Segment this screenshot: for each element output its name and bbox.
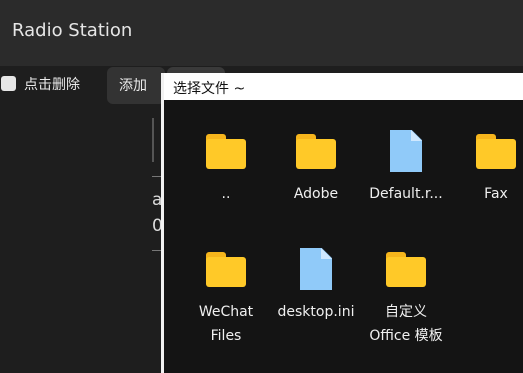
file-item-label: Fax xyxy=(484,186,508,202)
file-item-label: WeChat xyxy=(198,304,254,320)
file-item-fax[interactable]: Fax xyxy=(451,130,523,206)
file-item-label: desktop.ini xyxy=(277,304,355,320)
file-picker-dialog: 选择文件 ~ .. Adobe Default.r... Fax WeChat … xyxy=(161,73,523,373)
background-divider xyxy=(152,118,154,162)
file-icon xyxy=(294,248,338,292)
delete-on-click-checkbox[interactable] xyxy=(1,76,16,91)
file-item-label: Default.r... xyxy=(369,186,443,202)
file-item-desktop-ini[interactable]: desktop.ini xyxy=(271,248,361,324)
file-picker-title[interactable]: 选择文件 ~ xyxy=(164,73,523,100)
file-item-label: Adobe xyxy=(293,186,339,202)
folder-icon xyxy=(204,248,248,292)
file-item-label-line2: Files xyxy=(210,328,242,344)
file-item-default[interactable]: Default.r... xyxy=(361,130,451,206)
folder-icon xyxy=(294,130,338,174)
file-item-adobe[interactable]: Adobe xyxy=(271,130,361,206)
folder-icon xyxy=(204,130,248,174)
folder-icon xyxy=(384,248,428,292)
folder-icon xyxy=(474,130,518,174)
app-title: Radio Station xyxy=(12,20,133,41)
file-item-wechat-files[interactable]: WeChat Files xyxy=(181,248,271,348)
app-header: Radio Station xyxy=(0,0,523,66)
file-item-label: .. xyxy=(221,186,231,202)
file-icon xyxy=(384,130,428,174)
file-item-parent[interactable]: .. xyxy=(181,130,271,206)
file-item-label-line2: Office 模板 xyxy=(369,328,443,344)
delete-on-click-label[interactable]: 点击删除 xyxy=(24,74,80,94)
file-item-office-templates[interactable]: 自定义 Office 模板 xyxy=(361,248,451,348)
add-button[interactable]: 添加 xyxy=(107,67,165,104)
file-item-label: 自定义 xyxy=(385,304,427,320)
